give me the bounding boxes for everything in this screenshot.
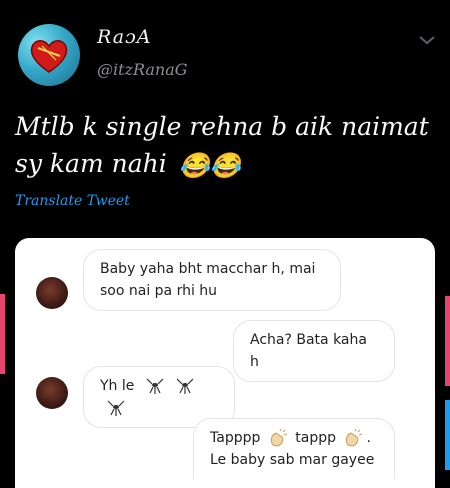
heart-icon xyxy=(30,40,68,73)
laughing-emoji: 😂😂 xyxy=(178,151,241,180)
mosquito-icon xyxy=(146,378,164,394)
message-text: Tapppp xyxy=(210,430,261,446)
message-line: Tapppp tappp . xyxy=(210,427,378,449)
tweet-text: Mtlb k single rehna b aik naimat sy kam … xyxy=(15,108,435,184)
message-text: . xyxy=(366,430,371,446)
message-line: Le baby sab mar gayee xyxy=(210,452,375,468)
left-accent-bar xyxy=(0,294,5,374)
clap-icon xyxy=(270,429,287,447)
incoming-message: Baby yaha bht macchar h, mai soo nai pa … xyxy=(83,249,341,311)
clap-icon xyxy=(346,429,363,447)
chat-screenshot[interactable]: Baby yaha bht macchar h, mai soo nai pa … xyxy=(15,238,435,488)
message-text: tappp xyxy=(295,430,337,446)
outgoing-message: Acha? Bata kaha h xyxy=(233,320,395,382)
author-handle[interactable]: @itzRanaG xyxy=(97,60,188,79)
right-accent-bar-bottom xyxy=(445,400,450,470)
author-avatar[interactable] xyxy=(18,24,80,86)
message-text: Yh le xyxy=(100,378,135,394)
contact-avatar xyxy=(36,377,68,409)
mosquito-icon xyxy=(176,378,194,394)
author-name[interactable]: RaɔA xyxy=(97,26,151,48)
mosquito-icon xyxy=(107,400,125,416)
message-text: Acha? Bata kaha h xyxy=(250,332,367,370)
translate-tweet-link[interactable]: Translate Tweet xyxy=(15,193,130,209)
right-accent-bar-top xyxy=(445,296,450,386)
outgoing-message: Tapppp tappp . Le baby sab mar gayee xyxy=(193,418,395,479)
chevron-down-icon[interactable] xyxy=(418,34,436,46)
contact-avatar xyxy=(36,277,68,309)
message-text: Baby yaha bht macchar h, mai soo nai pa … xyxy=(100,261,316,299)
